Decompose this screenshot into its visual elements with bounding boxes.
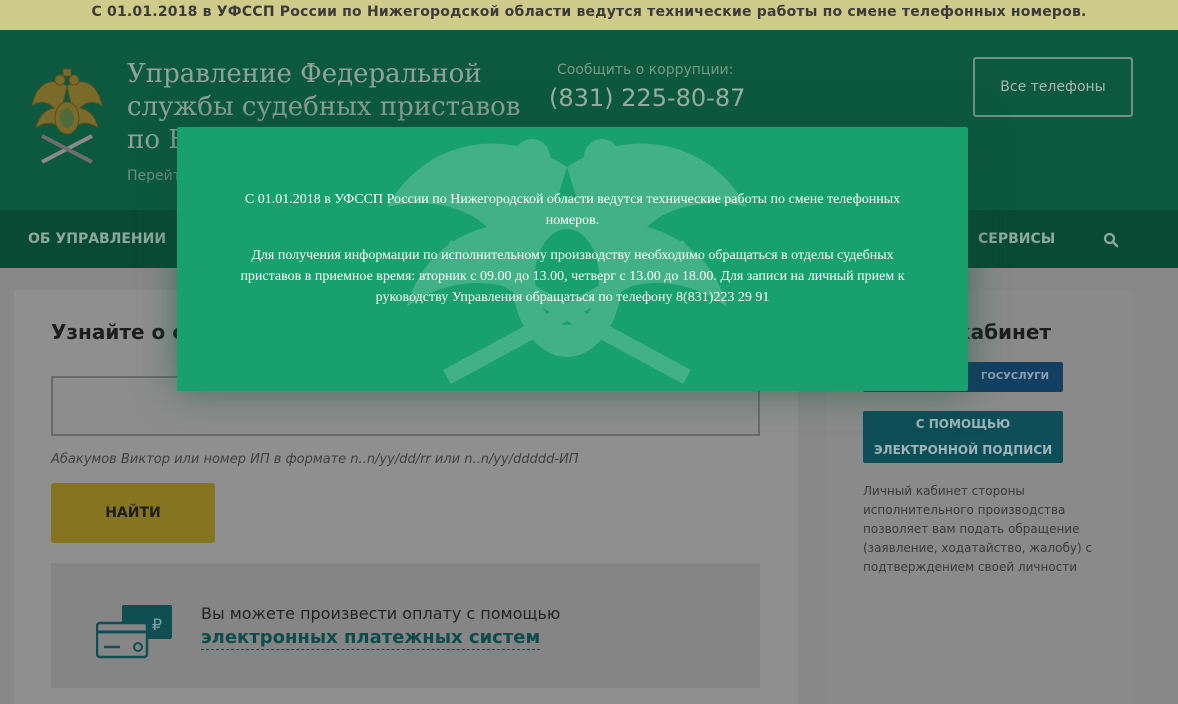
e-signature-button[interactable]: С ПОМОЩЬЮ ЭЛЕКТРОННОЙ ПОДПИСИ: [863, 411, 1063, 463]
cabinet-title: кабинет: [957, 320, 1052, 344]
card-ruble-icon: ₽: [96, 605, 172, 659]
org-subtext[interactable]: Перейт: [127, 168, 181, 184]
org-name-line: Управление Федеральной: [127, 59, 482, 89]
modal-paragraph: С 01.01.2018 в УФССП России по Нижегород…: [244, 192, 901, 228]
svg-text:₽: ₽: [152, 615, 162, 634]
find-button[interactable]: НАЙТИ: [51, 483, 215, 543]
org-name-line: службы судебных приставов: [127, 92, 521, 122]
nav-item-about[interactable]: ОБ УПРАВЛЕНИИ: [28, 231, 166, 247]
notice-bar: С 01.01.2018 в УФССП России по Нижегород…: [0, 0, 1178, 30]
search-hint: Абакумов Виктор или номер ИП в формате n…: [51, 452, 579, 467]
e-signature-label-line: ЭЛЕКТРОННОЙ ПОДПИСИ: [873, 443, 1053, 457]
corruption-phone[interactable]: (831) 225-80-87: [549, 84, 745, 112]
corruption-label: Сообщить о коррупции:: [557, 62, 734, 78]
cabinet-description: Личный кабинет стороны исполнительного п…: [863, 484, 1093, 574]
modal-paragraph: Для получения информации по исполнительн…: [240, 248, 905, 305]
nav-item-services[interactable]: СЕРВИСЫ: [978, 231, 1055, 247]
e-signature-label-line: С ПОМОЩЬЮ: [915, 417, 1011, 431]
all-phones-button[interactable]: Все телефоны: [973, 57, 1133, 117]
emblem-logo-icon[interactable]: [30, 66, 104, 170]
modal-message: С 01.01.2018 в УФССП России по Нижегород…: [237, 189, 908, 308]
payment-systems-link[interactable]: электронных платежных систем: [201, 627, 541, 650]
search-icon[interactable]: [1103, 232, 1119, 248]
payment-text: Вы можете произвести оплату с помощью: [201, 604, 561, 623]
find-title: Узнайте о с: [51, 320, 185, 344]
notice-modal[interactable]: С 01.01.2018 в УФССП России по Нижегород…: [177, 127, 968, 391]
